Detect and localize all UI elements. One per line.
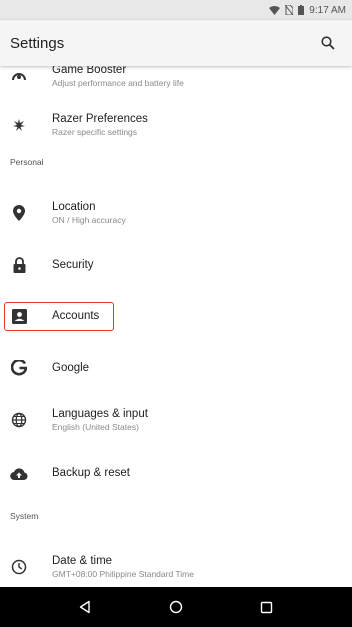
settings-item-title: Accounts bbox=[52, 310, 100, 322]
settings-item-summary: GMT+08:00 Philippine Standard Time bbox=[52, 569, 194, 579]
settings-item-google[interactable]: Google bbox=[0, 342, 352, 394]
back-icon[interactable] bbox=[73, 595, 97, 619]
settings-item-summary: Adjust performance and battery life bbox=[52, 78, 184, 88]
settings-item-title: Google bbox=[52, 362, 90, 374]
settings-item-title: Game Booster bbox=[52, 66, 127, 76]
cloud-upload-icon bbox=[10, 464, 28, 482]
settings-item-title: Backup & reset bbox=[52, 467, 130, 479]
settings-item-razer-preferences[interactable]: Razer Preferences Razer specific setting… bbox=[0, 99, 352, 151]
google-g-icon bbox=[10, 359, 28, 377]
globe-icon bbox=[10, 411, 28, 429]
game-booster-icon bbox=[10, 67, 28, 85]
settings-item-summary: Razer specific settings bbox=[52, 127, 138, 137]
status-bar: 9:17 AM bbox=[0, 0, 352, 20]
page-title: Settings bbox=[10, 34, 65, 52]
settings-item-summary: ON / High accuracy bbox=[52, 215, 126, 225]
settings-item-title: Security bbox=[52, 259, 94, 271]
settings-item-accounts[interactable]: Accounts bbox=[0, 290, 352, 342]
lock-icon bbox=[10, 256, 28, 274]
settings-item-title: Date & time bbox=[52, 555, 113, 567]
search-icon[interactable] bbox=[318, 33, 338, 53]
settings-item-title: Razer Preferences bbox=[52, 113, 148, 125]
settings-item-location[interactable]: Location ON / High accuracy bbox=[0, 187, 352, 239]
settings-item-date-time[interactable]: Date & time GMT+08:00 Philippine Standar… bbox=[0, 541, 352, 587]
clock-icon bbox=[10, 558, 28, 576]
settings-item-summary: English (United States) bbox=[52, 422, 139, 432]
settings-item-backup-reset[interactable]: Backup & reset bbox=[0, 447, 352, 499]
section-header-personal: Personal bbox=[10, 157, 44, 167]
settings-item-languages[interactable]: Languages & input English (United States… bbox=[0, 394, 352, 446]
location-pin-icon bbox=[10, 204, 28, 222]
settings-item-game-booster[interactable]: Game Booster Adjust performance and batt… bbox=[0, 66, 352, 102]
recents-icon[interactable] bbox=[255, 595, 279, 619]
settings-item-title: Languages & input bbox=[52, 408, 148, 420]
status-time: 9:17 AM bbox=[309, 4, 346, 16]
account-box-icon bbox=[10, 307, 28, 325]
home-icon[interactable] bbox=[164, 595, 188, 619]
razer-icon bbox=[10, 116, 28, 134]
app-bar: Settings bbox=[0, 20, 352, 66]
settings-list[interactable]: Game Booster Adjust performance and batt… bbox=[0, 66, 352, 587]
no-sim-icon bbox=[285, 5, 294, 15]
settings-item-security[interactable]: Security bbox=[0, 239, 352, 291]
navigation-bar bbox=[0, 587, 352, 627]
wifi-icon bbox=[269, 5, 281, 15]
section-header-system: System bbox=[10, 511, 39, 521]
battery-icon bbox=[298, 5, 305, 15]
settings-item-title: Location bbox=[52, 201, 96, 213]
